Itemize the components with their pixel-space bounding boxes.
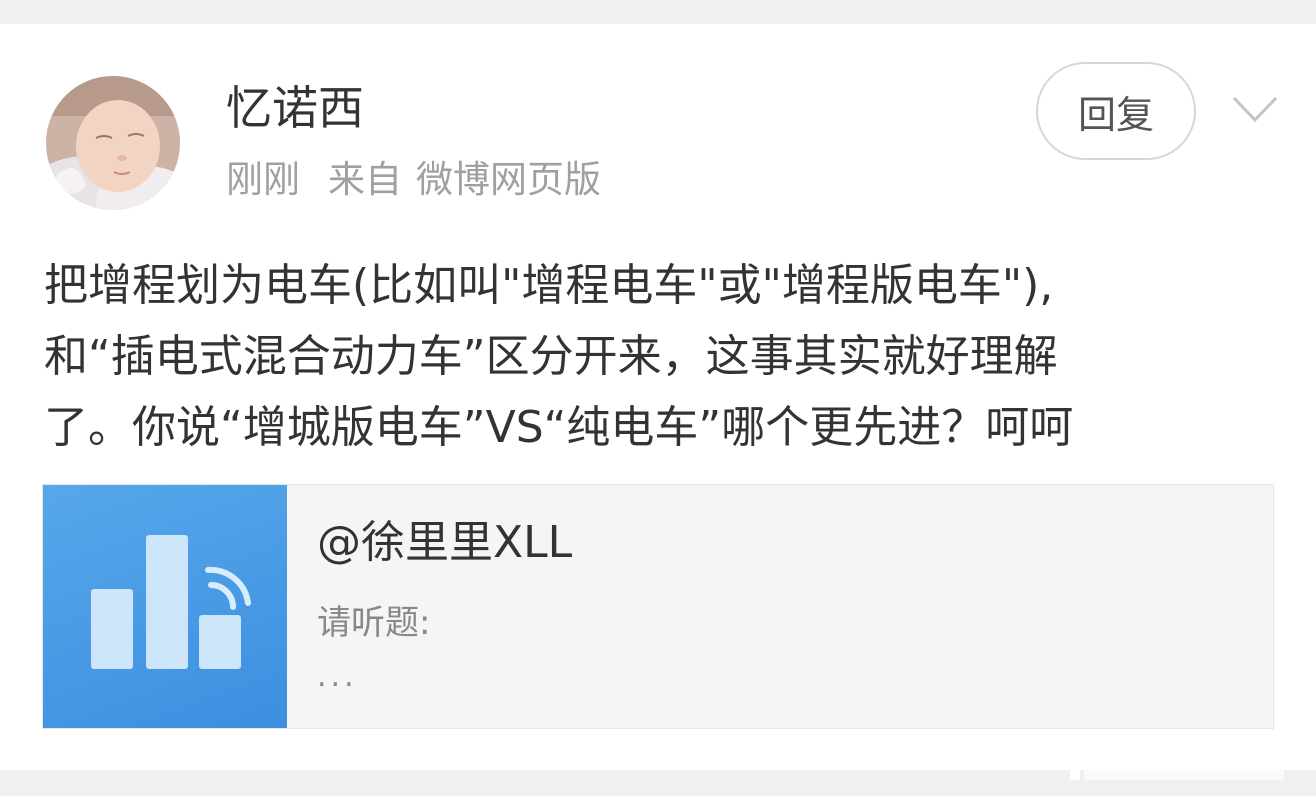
post-text-line: 和“插电式混合动力车”区分开来，这事其实就好理解 [44, 331, 1058, 382]
post-source[interactable]: 微博网页版 [416, 158, 601, 201]
quoted-post-ellipsis: ... [317, 659, 358, 694]
quoted-post-author[interactable]: @徐里里XLL [317, 513, 572, 573]
post-meta: 刚刚 来自 微博网页版 [226, 157, 601, 203]
quoted-post-thumbnail [43, 485, 287, 728]
post-text: 把增程划为电车(比如叫"增程电车"或"增程版电车"), 和“插电式混合动力车”区… [44, 250, 1284, 463]
chevron-down-icon[interactable] [1228, 88, 1282, 128]
scroll-indicator [1070, 744, 1284, 780]
post-text-line: 了。你说“增城版电车”VS“纯电车”哪个更先进？呵呵 [44, 402, 1074, 453]
avatar-image [46, 76, 180, 210]
post-time: 刚刚 [226, 158, 300, 201]
bar-chart-signal-icon [91, 535, 251, 669]
source-prefix: 来自 [328, 158, 402, 201]
reply-button[interactable]: 回复 [1036, 62, 1196, 160]
post-text-line: 把增程划为电车(比如叫"增程电车"或"增程版电车"), [44, 260, 1054, 311]
quoted-post-title: 请听题: [317, 603, 431, 643]
user-avatar[interactable] [46, 76, 180, 210]
username[interactable]: 忆诺西 [226, 80, 364, 136]
quoted-post-card[interactable]: @徐里里XLL 请听题: ... [42, 484, 1274, 729]
